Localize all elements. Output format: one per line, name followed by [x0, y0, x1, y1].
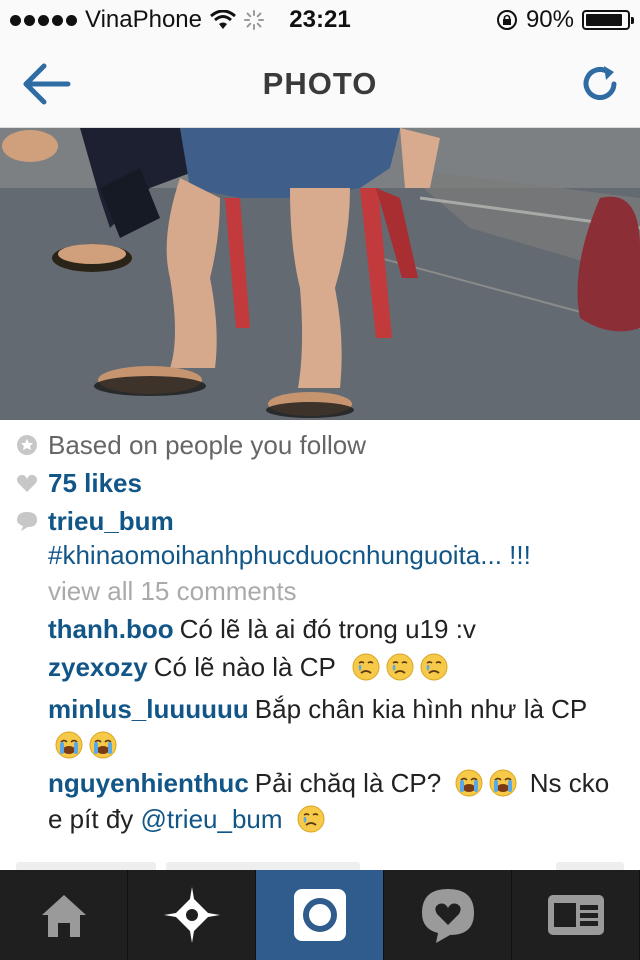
- comment-username[interactable]: zyexozy: [48, 652, 148, 682]
- tab-activity[interactable]: [384, 870, 512, 960]
- view-all-comments-link[interactable]: view all 15 comments: [48, 574, 624, 608]
- comment-username[interactable]: thanh.boo: [48, 614, 174, 644]
- comment-username[interactable]: minlus_luuuuuu: [48, 694, 249, 724]
- tab-profile[interactable]: [512, 870, 640, 960]
- heart-bubble-icon: [422, 889, 474, 943]
- likes-count[interactable]: 75 likes: [48, 466, 624, 500]
- author-username[interactable]: trieu_bum: [48, 504, 624, 538]
- tab-home[interactable]: [0, 870, 128, 960]
- heart-icon: [17, 474, 37, 492]
- explore-star-icon: [164, 887, 220, 943]
- home-icon: [42, 895, 86, 937]
- comment-username[interactable]: nguyenhienthuc: [48, 768, 249, 798]
- sobbing-emoji-icon: [54, 730, 84, 760]
- mention-link[interactable]: @trieu_bum: [141, 804, 283, 834]
- status-bar: VinaPhone 23:21 90%: [0, 0, 640, 40]
- refresh-icon[interactable]: [578, 62, 622, 106]
- photo-image: [0, 128, 640, 420]
- battery-icon: [582, 10, 634, 30]
- suggested-icon: [17, 435, 37, 455]
- crying-emoji-icon: [419, 652, 449, 682]
- page-title: PHOTO: [262, 66, 378, 101]
- comment-bubble-icon: [17, 512, 37, 531]
- tab-camera[interactable]: [256, 870, 384, 960]
- tab-bar: [0, 870, 640, 960]
- battery-percent: 90%: [525, 6, 574, 33]
- comment-1: thanh.boo Có lẽ là ai đó trong u19 :v: [48, 611, 610, 647]
- nav-bar: PHOTO: [0, 40, 640, 128]
- caption-hashtag: #khinaomoihanhphucduocnhunguoita... !!!: [48, 538, 624, 572]
- comment-2: zyexozy Có lẽ nào là CP: [48, 649, 610, 685]
- comment-text: Có lẽ nào là CP: [153, 652, 336, 682]
- comment-3: minlus_luuuuuu Bắp chân kia hình như là C…: [48, 691, 610, 763]
- sobbing-emoji-icon: [454, 768, 484, 798]
- crying-emoji-icon: [296, 804, 326, 834]
- post-photo[interactable]: [0, 128, 640, 420]
- camera-icon: [294, 889, 346, 941]
- caption-text[interactable]: #khinaomoihanhphucduocnhunguoita... !!!: [48, 540, 531, 570]
- crying-emoji-icon: [351, 652, 381, 682]
- suggestion-text: Based on people you follow: [48, 430, 367, 460]
- comment-4: nguyenhienthuc Pải chăq là CP? Ns cko e p…: [48, 765, 610, 837]
- status-right: 90%: [496, 6, 634, 34]
- comment-text: Pải chăq là CP?: [254, 768, 442, 798]
- sobbing-emoji-icon: [88, 730, 118, 760]
- profile-card-icon: [548, 895, 604, 935]
- rotation-lock-icon: [496, 10, 517, 30]
- battery-level: [586, 14, 622, 26]
- crying-emoji-icon: [385, 652, 415, 682]
- comment-text: Bắp chân kia hình như là CP: [254, 694, 587, 724]
- tab-explore[interactable]: [128, 870, 256, 960]
- comment-text: Có lẽ là ai đó trong u19 :v: [179, 614, 476, 644]
- sobbing-emoji-icon: [488, 768, 518, 798]
